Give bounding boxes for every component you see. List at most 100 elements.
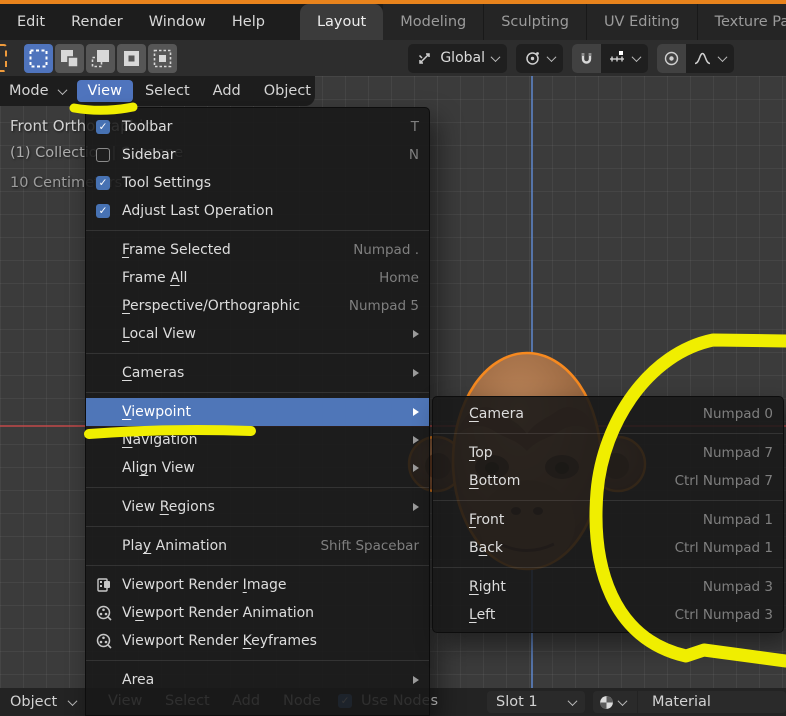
material-browse-button[interactable] (593, 691, 637, 713)
menu-item-label: Viewport Render Image (122, 577, 287, 593)
menu-item-shortcut: N (408, 147, 419, 163)
orientation-dropdown[interactable]: Global (408, 43, 507, 73)
orientation-label: Global (440, 50, 485, 66)
menu-item-local-view[interactable]: Local View (86, 320, 429, 348)
viewport-menu-object[interactable]: Object (253, 80, 322, 102)
tab-layout[interactable]: Layout (299, 4, 384, 40)
menu-item-label: Area (122, 672, 155, 688)
app-menu-render[interactable]: Render (58, 4, 136, 40)
menu-item-tool-settings[interactable]: ✓ Tool Settings (86, 169, 429, 197)
menu-item-shortcut: Numpad . (353, 242, 419, 258)
app-menu-edit[interactable]: Edit (4, 4, 58, 40)
menu-separator (433, 433, 783, 434)
tab-uv-editing[interactable]: UV Editing (586, 4, 698, 40)
menu-item-front[interactable]: Front Numpad 1 (433, 506, 783, 534)
menu-item-viewport-render-image[interactable]: Viewport Render Image (86, 571, 429, 599)
menu-item-label: Front (469, 512, 505, 528)
menu-item-label: Frame All (122, 270, 188, 286)
menu-item-shortcut: Ctrl Numpad 7 (674, 473, 773, 489)
menu-item-label: Left (469, 607, 496, 623)
menu-separator (86, 660, 429, 661)
viewport-menus: View Select Add Object (76, 80, 322, 102)
app-menu-help[interactable]: Help (219, 4, 278, 40)
menu-item-frame-all[interactable]: Frame All Home (86, 264, 429, 292)
menu-item-frame-selected[interactable]: Frame Selected Numpad . (86, 236, 429, 264)
chevron-down-icon (717, 51, 728, 62)
chevron-down-icon (67, 695, 78, 706)
menu-item-label: Cameras (122, 365, 185, 381)
menu-item-toolbar[interactable]: ✓ Toolbar T (86, 113, 429, 141)
menu-item-left[interactable]: Left Ctrl Numpad 3 (433, 601, 783, 629)
submenu-arrow-icon (413, 330, 419, 338)
menu-item-play-animation[interactable]: Play Animation Shift Spacebar (86, 532, 429, 560)
select-box-invert-button[interactable] (117, 43, 146, 73)
menu-item-label: Camera (469, 406, 524, 422)
chevron-down-icon (617, 695, 628, 706)
menu-item-viewpoint[interactable]: Viewpoint (86, 398, 429, 426)
3d-viewport[interactable]: Front Orthographic (1) Collection | Suza… (0, 76, 786, 716)
menu-item-align-view[interactable]: Align View (86, 454, 429, 482)
viewport-menu-select[interactable]: Select (134, 80, 201, 102)
submenu-arrow-icon (413, 464, 419, 472)
mode-dropdown[interactable]: Mode (0, 83, 76, 99)
menu-item-sidebar[interactable]: Sidebar N (86, 141, 429, 169)
select-box-extend-button[interactable] (55, 43, 84, 73)
active-tool-icon[interactable] (0, 44, 7, 72)
slot-label: Slot 1 (496, 694, 538, 710)
menu-item-adjust-last-operation[interactable]: ✓ Adjust Last Operation (86, 197, 429, 225)
menu-item-label: Viewpoint (122, 404, 191, 420)
menu-item-view-regions[interactable]: View Regions (86, 493, 429, 521)
proportional-editing-icon (664, 51, 679, 65)
menu-item-shortcut: T (410, 119, 419, 135)
menu-item-back[interactable]: Back Ctrl Numpad 1 (433, 534, 783, 562)
menu-item-viewport-render-animation[interactable]: Viewport Render Animation (86, 599, 429, 627)
chevron-down-icon (546, 51, 557, 62)
select-box-subtract-button[interactable] (86, 43, 115, 73)
snap-target-icon[interactable] (608, 50, 626, 67)
app-menu-window[interactable]: Window (136, 4, 219, 40)
select-box-intersect-button[interactable] (148, 43, 177, 73)
menu-item-cameras[interactable]: Cameras (86, 359, 429, 387)
tab-texture-paint[interactable]: Texture Paint (697, 4, 786, 40)
checkbox-unchecked-icon (96, 148, 122, 162)
proportional-edit-controls (657, 43, 734, 73)
menu-item-area[interactable]: Area (86, 666, 429, 694)
view-menu-dropdown: ✓ Toolbar T Sidebar N ✓ Tool Settings ✓ Adjust L… (85, 107, 430, 716)
checkbox: ✓ (96, 120, 110, 134)
menu-item-camera[interactable]: Camera Numpad 0 (433, 400, 783, 428)
menu-item-label: View Regions (122, 499, 215, 515)
slot-dropdown[interactable]: Slot 1 (487, 691, 585, 713)
shader-type-dropdown[interactable]: Object (0, 694, 78, 710)
submenu-arrow-icon (413, 408, 419, 416)
material-name-field[interactable]: Material (638, 691, 786, 713)
submenu-arrow-icon (413, 503, 419, 511)
film-reel-icon (96, 605, 122, 621)
menu-item-navigation[interactable]: Navigation (86, 426, 429, 454)
menu-item-top[interactable]: Top Numpad 7 (433, 439, 783, 467)
menu-separator (86, 353, 429, 354)
checkbox-checked-icon: ✓ (96, 120, 122, 134)
menu-item-shortcut: Numpad 3 (702, 579, 773, 595)
pivot-point-dropdown[interactable] (516, 43, 563, 73)
snap-toggle[interactable] (572, 43, 601, 73)
checkbox (96, 148, 110, 162)
select-box-set-button[interactable] (24, 43, 53, 73)
menu-item-bottom[interactable]: Bottom Ctrl Numpad 7 (433, 467, 783, 495)
falloff-curve-icon[interactable] (693, 50, 712, 67)
menu-item-viewport-render-keyframes[interactable]: Viewport Render Keyframes (86, 627, 429, 655)
transform-orientation-icon (419, 52, 431, 64)
viewport-menu-add[interactable]: Add (202, 80, 252, 102)
tab-sculpting[interactable]: Sculpting (484, 4, 587, 40)
menu-separator (86, 565, 429, 566)
menu-item-label: Navigation (122, 432, 198, 448)
menu-item-shortcut: Home (379, 270, 419, 286)
menu-separator (86, 487, 429, 488)
tab-modeling[interactable]: Modeling (383, 4, 485, 40)
viewport-menu-view[interactable]: View (76, 80, 133, 102)
chevron-down-icon (490, 51, 501, 62)
select-box-set-icon (29, 49, 48, 67)
checkbox: ✓ (96, 204, 110, 218)
menu-item-perspective-orthographic[interactable]: Perspective/Orthographic Numpad 5 (86, 292, 429, 320)
menu-item-right[interactable]: Right Numpad 3 (433, 573, 783, 601)
proportional-edit-toggle[interactable] (657, 43, 686, 73)
